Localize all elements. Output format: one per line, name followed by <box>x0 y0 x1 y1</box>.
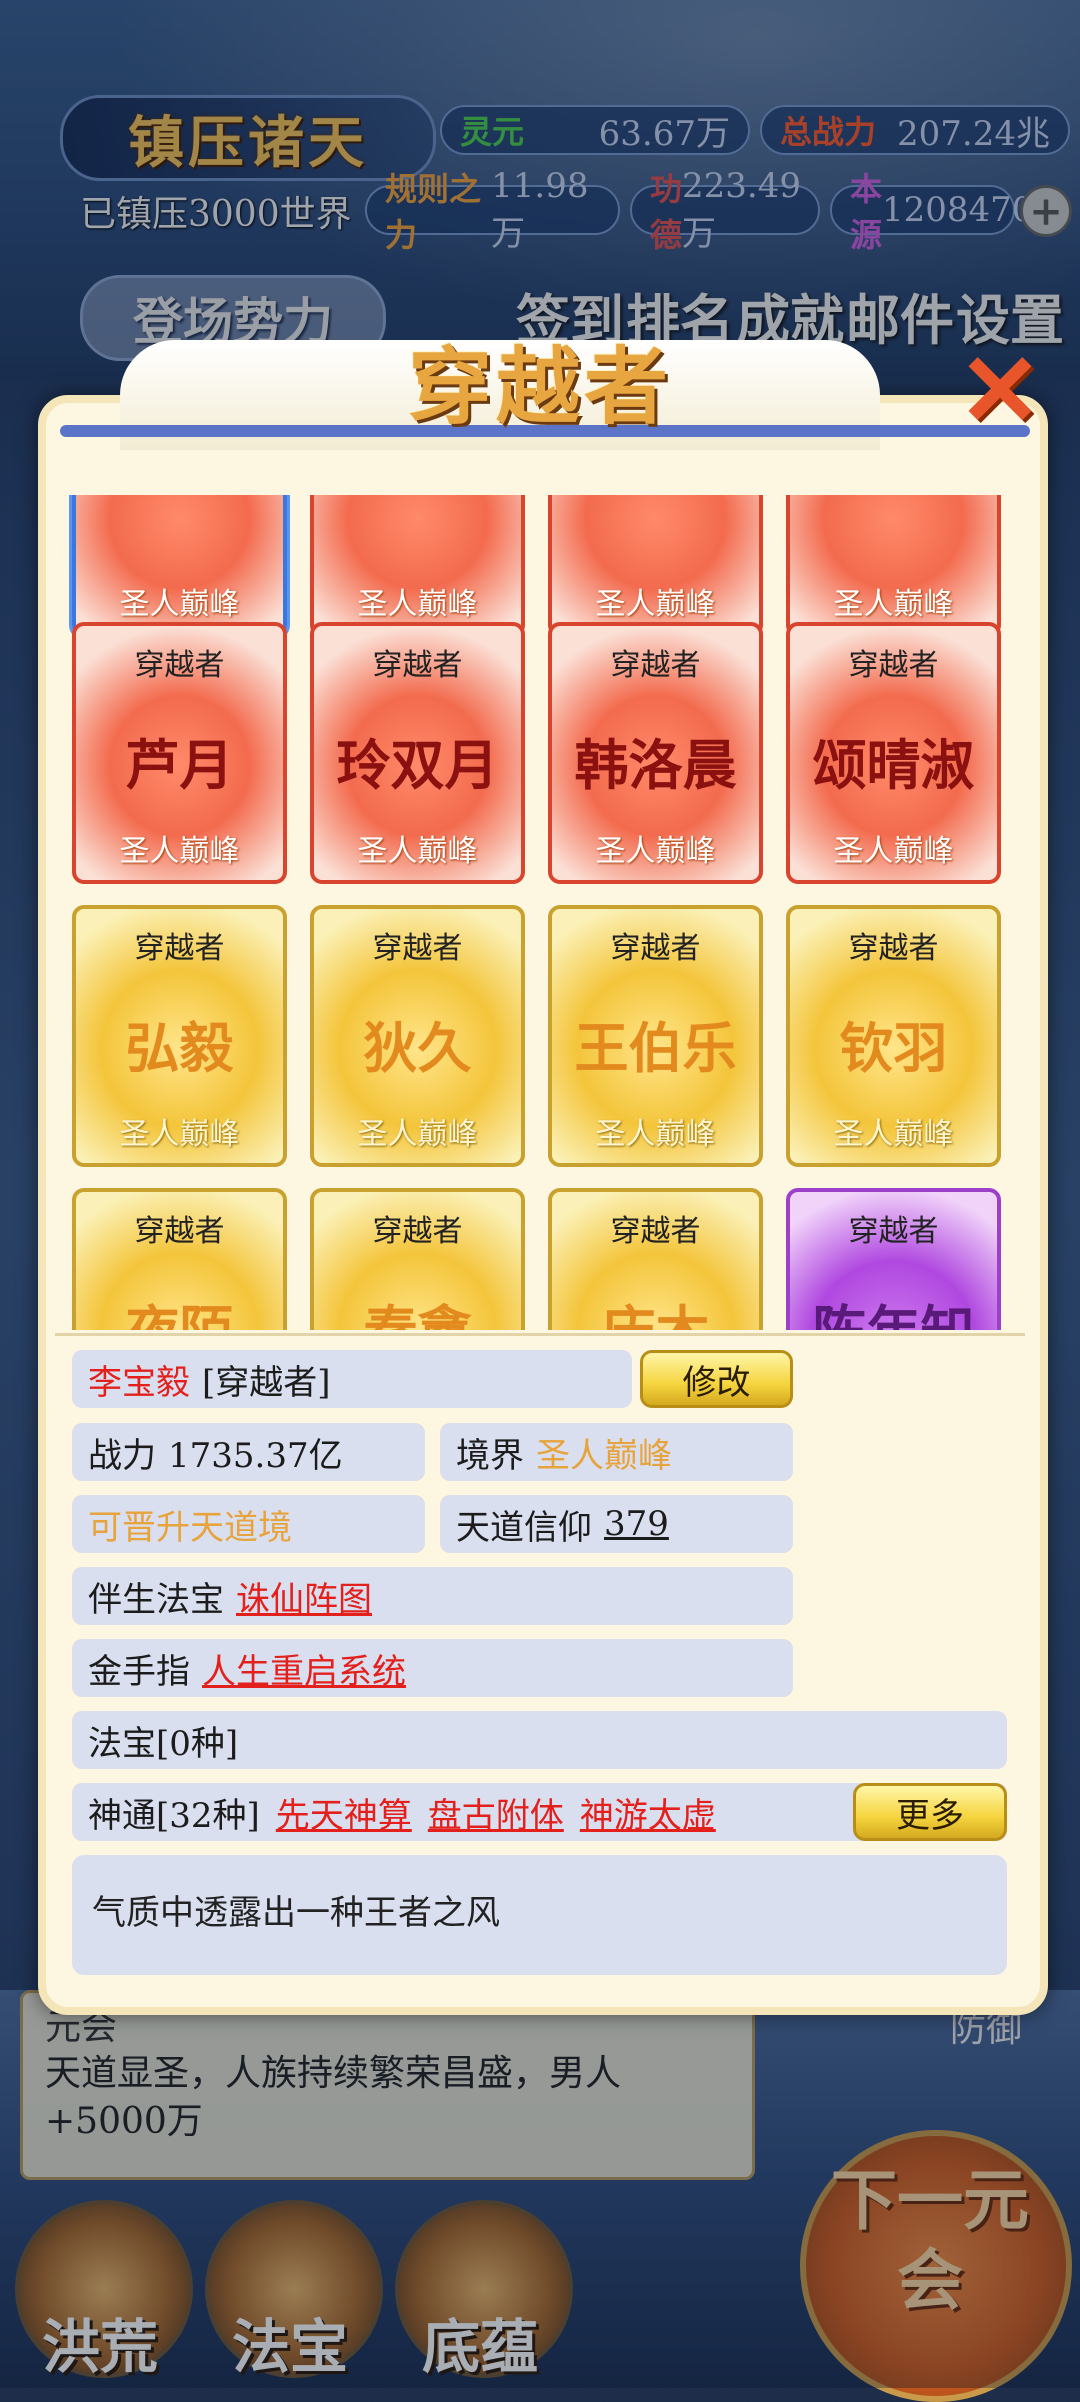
faith-value[interactable]: 379 <box>604 1504 669 1544</box>
card-name: 王伯乐 <box>574 1016 737 1080</box>
power-value: 1735.37亿 <box>168 1435 343 1476</box>
modal-title: 穿越者 <box>407 337 672 436</box>
card-realm: 圣人巅峰 <box>119 834 240 869</box>
character-description: 气质中透露出一种王者之风 <box>72 1855 1007 1975</box>
character-card[interactable]: 穿越者 狄久 圣人巅峰 <box>310 905 525 1167</box>
character-grid[interactable]: 圣人巅峰 圣人巅峰 圣人巅峰 圣人巅峰 穿越者 芦月 圣人巅峰 穿越者 玲双月 圣人巅峰 穿越者 韩洛… <box>55 495 1025 1330</box>
character-card[interactable]: 圣人巅峰 <box>310 495 525 637</box>
companion-treasure-link[interactable]: 诛仙阵图 <box>236 1572 372 1621</box>
realm-value: 圣人巅峰 <box>536 1435 672 1476</box>
character-card[interactable]: 穿越者陈年知 <box>786 1188 1001 1330</box>
card-name: 狄久 <box>363 1016 472 1080</box>
close-icon: ✕ <box>958 331 1042 449</box>
character-name-row: 李宝毅 [穿越者] <box>72 1350 632 1408</box>
close-button[interactable]: ✕ <box>950 331 1050 449</box>
character-card[interactable]: 穿越者 钦羽 圣人巅峰 <box>786 905 1001 1167</box>
card-name: 庆木 <box>552 1287 759 1330</box>
upgrade-row[interactable]: 可晋升天道境 <box>72 1495 425 1553</box>
character-name: 李宝毅 <box>88 1362 190 1403</box>
card-type: 穿越者 <box>848 648 939 683</box>
fabao-row: 法宝[0种] <box>72 1711 1007 1769</box>
card-name: 钦羽 <box>839 1016 948 1080</box>
card-realm: 圣人巅峰 <box>357 587 478 622</box>
golden-finger-link[interactable]: 人生重启系统 <box>202 1644 406 1693</box>
upgrade-text: 可晋升天道境 <box>88 1507 292 1548</box>
card-realm: 圣人巅峰 <box>119 1117 240 1152</box>
edit-label: 修改 <box>682 1362 751 1403</box>
shentong-skill-link[interactable]: 盘古附体 <box>428 1788 564 1837</box>
card-name: 玲双月 <box>336 733 499 797</box>
card-realm: 圣人巅峰 <box>595 1117 716 1152</box>
character-card[interactable]: 圣人巅峰 <box>72 495 287 637</box>
shentong-skill-link[interactable]: 先天神算 <box>276 1788 412 1837</box>
card-name: 秦盦 <box>314 1287 521 1330</box>
grid-divider <box>55 1333 1025 1336</box>
card-realm: 圣人巅峰 <box>595 834 716 869</box>
card-name: 韩洛晨 <box>574 733 737 797</box>
character-card[interactable]: 穿越者夜陌 <box>72 1188 287 1330</box>
power-label: 战力 <box>88 1435 156 1476</box>
card-realm: 圣人巅峰 <box>357 1117 478 1152</box>
character-card[interactable]: 穿越者王伯乐圣人巅峰 <box>548 905 763 1167</box>
edit-button[interactable]: 修改 <box>640 1350 793 1408</box>
fabao-count: 法宝[0种] <box>88 1723 239 1764</box>
card-name: 颂晴淑 <box>812 733 975 797</box>
realm-label: 境界 <box>456 1435 524 1476</box>
golden-finger-label: 金手指 <box>88 1651 190 1692</box>
golden-finger-row: 金手指 人生重启系统 <box>72 1639 793 1697</box>
card-realm: 圣人巅峰 <box>833 834 954 869</box>
character-card[interactable]: 穿越者颂晴淑圣人巅峰 <box>786 622 1001 884</box>
card-name: 弘毅 <box>125 1016 234 1080</box>
card-type: 穿越者 <box>610 648 701 683</box>
card-type: 穿越者 <box>372 1214 463 1249</box>
realm-row: 境界 圣人巅峰 <box>440 1423 793 1481</box>
character-card[interactable]: 圣人巅峰 <box>548 495 763 637</box>
character-card[interactable]: 穿越者 芦月 圣人巅峰 <box>72 622 287 884</box>
card-realm: 圣人巅峰 <box>833 1117 954 1152</box>
card-name: 夜陌 <box>76 1287 283 1330</box>
more-skills-label: 更多 <box>896 1795 964 1836</box>
character-card[interactable]: 穿越者韩洛晨圣人巅峰 <box>548 622 763 884</box>
card-type: 穿越者 <box>610 1214 701 1249</box>
companion-treasure-label: 伴生法宝 <box>88 1579 224 1620</box>
character-card[interactable]: 穿越者秦盦 <box>310 1188 525 1330</box>
card-realm: 圣人巅峰 <box>119 587 240 622</box>
card-type: 穿越者 <box>610 931 701 966</box>
card-name: 陈年知 <box>790 1287 997 1330</box>
card-type: 穿越者 <box>134 1214 225 1249</box>
character-role: [穿越者] <box>202 1362 331 1403</box>
card-type: 穿越者 <box>134 931 225 966</box>
faith-label: 天道信仰 <box>456 1507 592 1548</box>
more-skills-button[interactable]: 更多 <box>853 1783 1007 1841</box>
card-realm: 圣人巅峰 <box>595 587 716 622</box>
character-card[interactable]: 穿越者庆木 <box>548 1188 763 1330</box>
shentong-label: 神通[32种] <box>88 1795 260 1836</box>
card-type: 穿越者 <box>134 648 225 683</box>
card-name: 芦月 <box>125 733 234 797</box>
card-realm: 圣人巅峰 <box>357 834 478 869</box>
character-card[interactable]: 穿越者 弘毅 圣人巅峰 <box>72 905 287 1167</box>
card-type: 穿越者 <box>848 1214 939 1249</box>
description-text: 气质中透露出一种王者之风 <box>92 1893 500 1933</box>
card-type: 穿越者 <box>372 931 463 966</box>
faith-row: 天道信仰 379 <box>440 1495 793 1553</box>
power-row: 战力 1735.37亿 <box>72 1423 425 1481</box>
companion-treasure-row: 伴生法宝 诛仙阵图 <box>72 1567 793 1625</box>
card-realm: 圣人巅峰 <box>833 587 954 622</box>
card-type: 穿越者 <box>848 931 939 966</box>
character-card[interactable]: 圣人巅峰 <box>786 495 1001 637</box>
character-card[interactable]: 穿越者玲双月圣人巅峰 <box>310 622 525 884</box>
shentong-skill-link[interactable]: 神游太虚 <box>580 1788 716 1837</box>
card-type: 穿越者 <box>372 648 463 683</box>
